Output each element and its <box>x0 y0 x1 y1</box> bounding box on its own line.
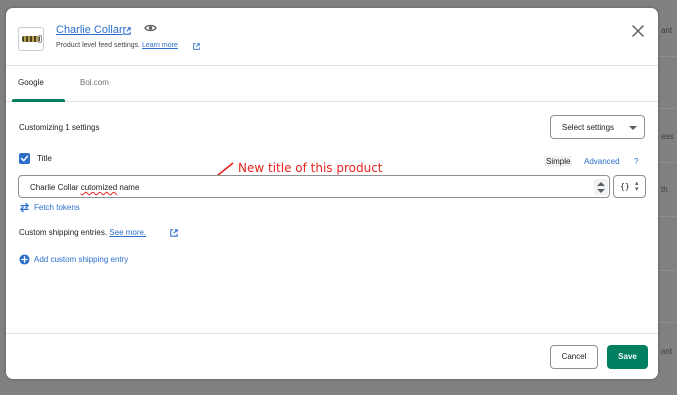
title-value-prefix: Charlie Collar <box>30 183 81 192</box>
chevron-down-icon <box>597 189 605 193</box>
title-value-suffix: name <box>117 183 140 192</box>
braces-icon: {} <box>620 182 630 191</box>
title-checkbox[interactable] <box>19 153 30 164</box>
refresh-arrows-icon <box>20 202 29 213</box>
header-subtitle: Product level feed settings. Learn more <box>56 42 178 49</box>
background-text: th <box>661 185 668 194</box>
spelling-error-word: cutomized <box>80 183 118 192</box>
tab-bol-com[interactable]: Bol.com <box>80 78 109 87</box>
eye-icon[interactable] <box>144 23 157 33</box>
up-down-caret-icon: ▴ ▾ <box>635 180 639 193</box>
collar-buckle <box>38 35 42 43</box>
annotation-label: New title of this product <box>238 161 383 175</box>
background-text: ess <box>661 132 674 141</box>
mode-simple-toggle[interactable]: Simple <box>544 156 573 167</box>
background-divider <box>658 216 677 217</box>
background-divider <box>658 322 677 323</box>
title-input[interactable]: Charlie Collar cutomized name <box>18 175 610 198</box>
subtitle-text: Product level feed settings. <box>56 42 141 49</box>
background-page <box>658 0 677 395</box>
product-title-link[interactable]: Charlie Collar <box>56 24 123 36</box>
fetch-tokens-label: Fetch tokens <box>34 203 80 212</box>
help-link[interactable]: ? <box>634 157 638 166</box>
product-thumbnail <box>18 27 44 51</box>
resize-stepper[interactable] <box>594 179 608 195</box>
external-link-icon[interactable] <box>170 229 178 237</box>
learn-more-link[interactable]: Learn more <box>142 42 178 49</box>
external-link-icon[interactable] <box>123 27 131 35</box>
background-text: ant <box>661 26 673 35</box>
title-input-value: Charlie Collar cutomized name <box>30 183 139 192</box>
product-feed-settings-modal: Charlie Collar Product level feed settin… <box>6 8 658 379</box>
modal-footer: Cancel Save <box>6 333 658 379</box>
customizing-count: Customizing 1 settings <box>19 123 100 132</box>
save-button[interactable]: Save <box>607 345 648 369</box>
background-divider <box>658 162 677 163</box>
cancel-button[interactable]: Cancel <box>550 345 598 369</box>
shipping-label: Custom shipping entries. <box>19 228 108 237</box>
plus-circle-icon <box>19 254 30 265</box>
modal-header: Charlie Collar Product level feed settin… <box>6 8 658 66</box>
external-link-icon[interactable] <box>193 43 200 50</box>
checkmark-icon <box>20 155 29 162</box>
shipping-entries-text: Custom shipping entries. See more. <box>19 228 146 237</box>
select-settings-button[interactable]: Select settings <box>550 115 645 139</box>
mode-advanced-toggle[interactable]: Advanced <box>584 157 620 166</box>
caret-down-icon <box>629 126 637 130</box>
channel-tabs: Google Bol.com <box>6 66 658 102</box>
select-settings-label: Select settings <box>562 123 615 132</box>
insert-variable-button[interactable]: {} ▴ ▾ <box>613 175 646 198</box>
add-shipping-entry-label: Add custom shipping entry <box>34 255 129 264</box>
tab-google[interactable]: Google <box>18 78 44 87</box>
background-divider <box>658 270 677 271</box>
title-field-label: Title <box>37 154 52 163</box>
background-text: ant <box>661 347 673 356</box>
background-divider <box>658 108 677 109</box>
active-tab-indicator <box>12 99 65 102</box>
close-icon[interactable] <box>631 24 645 38</box>
see-more-link[interactable]: See more. <box>109 228 146 237</box>
chevron-up-icon <box>597 182 605 186</box>
background-divider <box>658 56 677 57</box>
